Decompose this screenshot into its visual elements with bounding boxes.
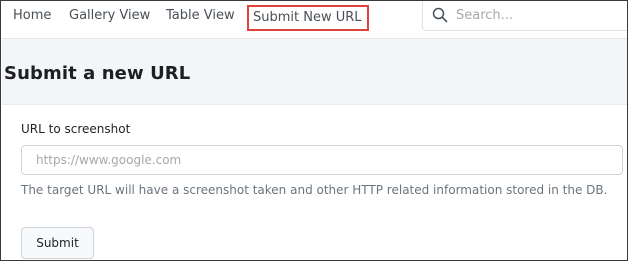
search-icon: [432, 7, 448, 23]
search-box[interactable]: [422, 1, 627, 31]
page-title: Submit a new URL: [4, 63, 191, 84]
nav-gallery-view-link[interactable]: Gallery View: [69, 8, 150, 24]
nav-home-link[interactable]: Home: [13, 8, 51, 24]
nav-submit-new-url-link[interactable]: Submit New URL: [247, 5, 369, 31]
page-header: Submit a new URL: [2, 38, 627, 105]
url-help-text: The target URL will have a screenshot ta…: [21, 183, 608, 197]
search-input[interactable]: [456, 5, 621, 25]
submit-button[interactable]: Submit: [21, 227, 94, 259]
top-navbar: Home Gallery View Table View Submit New …: [1, 1, 627, 37]
url-input[interactable]: [21, 145, 623, 175]
app-window: Home Gallery View Table View Submit New …: [0, 0, 628, 261]
url-field-label: URL to screenshot: [21, 122, 131, 136]
nav-table-view-link[interactable]: Table View: [166, 8, 235, 24]
